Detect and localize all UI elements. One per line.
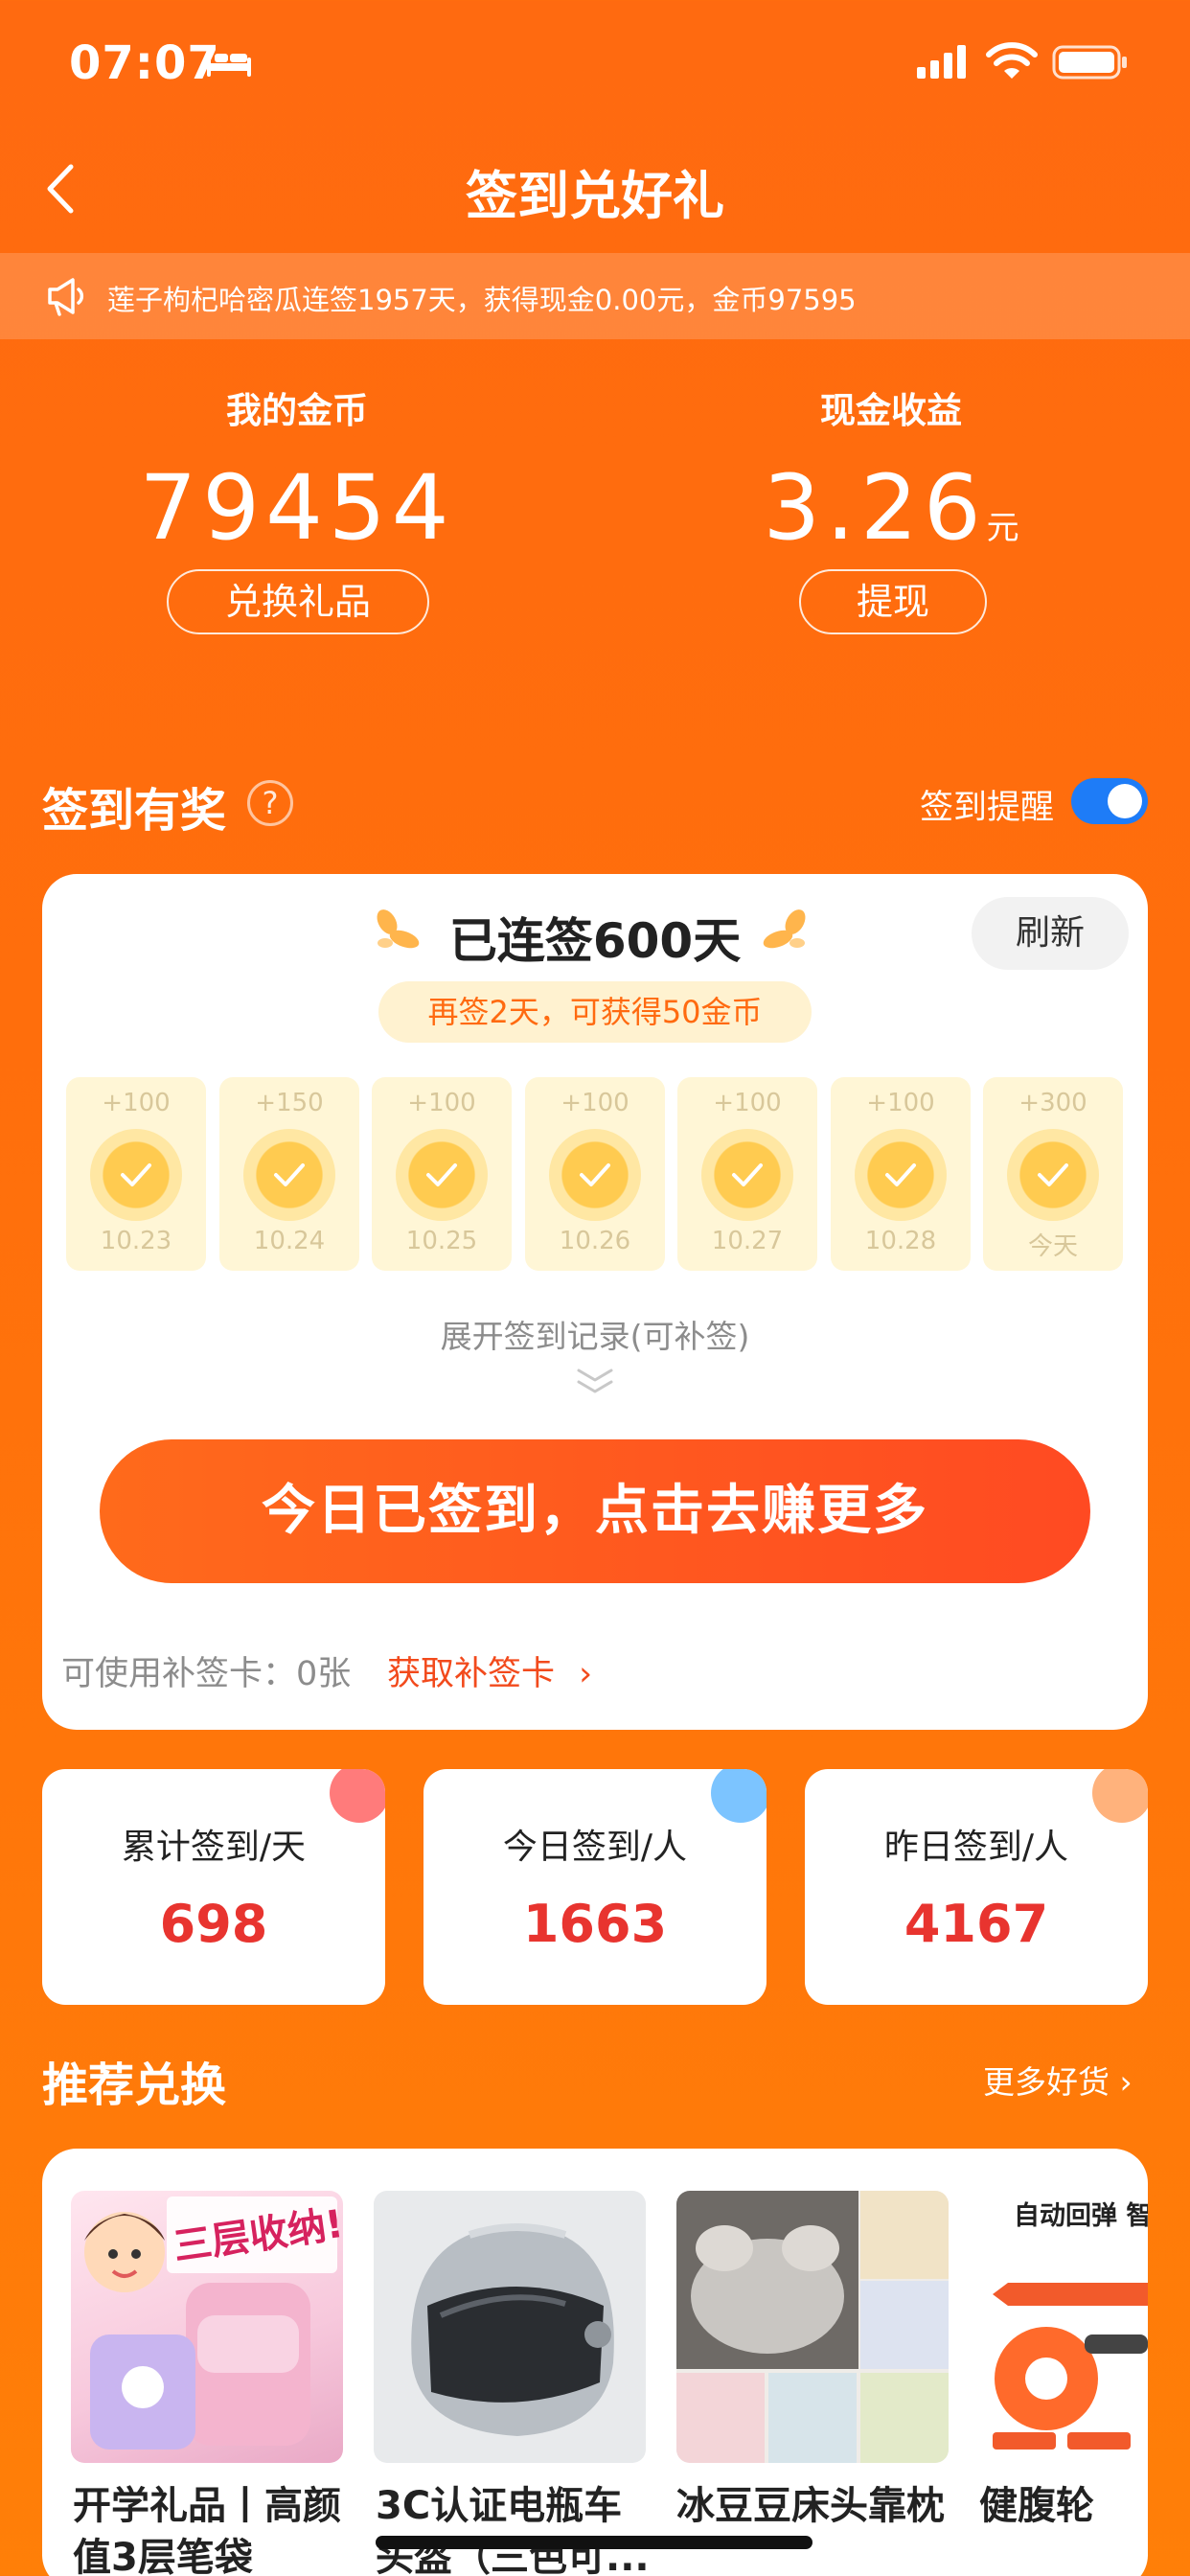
day-bonus: +100: [866, 1089, 935, 1117]
get-makeup-card-link[interactable]: 获取补签卡 ›: [387, 1646, 592, 1695]
streak-days: 600: [592, 913, 694, 969]
coins-value: 79454: [139, 456, 455, 561]
stat-card-yesterday: [805, 1769, 1148, 2005]
coins-label: 我的金币: [226, 390, 368, 431]
stat-label: 昨日签到/人: [883, 1828, 1069, 1867]
stat-label: 今日签到/人: [502, 1828, 688, 1867]
day-bonus: +100: [561, 1089, 629, 1117]
stat-card-today: [423, 1769, 767, 2005]
stat-value: 4167: [904, 1894, 1049, 1954]
chevron-right-icon: ›: [579, 1655, 593, 1693]
day-date: 10.25: [405, 1227, 478, 1255]
product-image[interactable]: [374, 2191, 646, 2463]
decor-dot: [1092, 1769, 1148, 1823]
reminder-label: 签到提醒: [920, 789, 1055, 827]
product-name[interactable]: 3C认证电瓶车 头盔（三色可...: [376, 2480, 663, 2576]
page-title: 签到兑好礼: [466, 166, 724, 226]
stat-card-total: [42, 1769, 385, 2005]
day-date: 10.26: [559, 1227, 631, 1255]
bed-icon: [207, 48, 251, 77]
cash-value: 3.26: [763, 456, 987, 561]
stat-value: 698: [159, 1894, 268, 1954]
check-icon: [701, 1129, 793, 1221]
product-name-line: 开学礼品丨高颜: [73, 2484, 341, 2528]
checkin-section-title: 签到有奖: [42, 784, 227, 838]
day-bonus: +300: [1018, 1089, 1087, 1117]
wifi-icon: [986, 42, 1038, 79]
check-icon: [396, 1129, 488, 1221]
speaker-icon: [48, 278, 84, 316]
stat-value: 1663: [522, 1894, 668, 1954]
signal-icon: [917, 45, 966, 79]
refresh-button[interactable]: 刷新: [972, 897, 1129, 970]
check-icon: [90, 1129, 182, 1221]
day-bonus: +150: [255, 1089, 324, 1117]
day-bonus: +100: [407, 1089, 476, 1117]
product-name-line: 3C认证电瓶车: [376, 2484, 623, 2528]
decor-dot: [330, 1769, 385, 1823]
streak-prefix: 已连签: [448, 913, 593, 969]
day-date: 10.24: [253, 1227, 326, 1255]
check-icon: [549, 1129, 641, 1221]
home-indicator: [376, 2536, 812, 2549]
streak-suffix: 天: [693, 913, 742, 969]
expand-records-link[interactable]: 展开签到记录(可补签): [0, 1311, 1190, 1357]
redeem-gifts-button[interactable]: 兑换礼品: [167, 569, 429, 634]
reward-hint: 再签2天，可获得50金币: [378, 981, 812, 1043]
double-chevron-down-icon[interactable]: [573, 1365, 617, 1397]
helmet-illustration: [411, 2223, 614, 2436]
product-name-line: 值3层笔袋: [73, 2536, 253, 2576]
decor-dot: [711, 1769, 767, 1823]
product-name[interactable]: 开学礼品丨高颜 值3层笔袋: [73, 2480, 360, 2576]
product-name[interactable]: 冰豆豆床头靠枕: [676, 2480, 964, 2532]
status-time: 07:07: [69, 36, 220, 90]
day-bonus: +100: [713, 1089, 782, 1117]
announcement-text: 莲子枸杞哈密瓜连签1957天，获得现金0.00元，金币97595: [107, 284, 857, 316]
day-date: 10.23: [100, 1227, 172, 1255]
makeup-card-count: 可使用补签卡：0张: [61, 1655, 352, 1693]
withdraw-button[interactable]: 提现: [799, 569, 987, 634]
cash-label: 现金收益: [820, 390, 962, 431]
check-icon: [1007, 1129, 1099, 1221]
check-icon: [855, 1129, 947, 1221]
battery-icon: [1052, 45, 1127, 80]
product-image[interactable]: [676, 2191, 949, 2463]
get-makeup-card-label: 获取补签卡: [387, 1655, 556, 1693]
day-bonus: +100: [102, 1089, 171, 1117]
recommend-title: 推荐兑换: [42, 2058, 227, 2112]
more-goods-link[interactable]: 更多好货 ›: [983, 2057, 1133, 2103]
day-date: 10.28: [864, 1227, 937, 1255]
product-name-line: 冰豆豆床头靠枕: [676, 2484, 945, 2528]
product-image-caption: 自动回弹 智: [1014, 2201, 1148, 2231]
check-icon: [243, 1129, 335, 1221]
stat-label: 累计签到/天: [121, 1828, 307, 1867]
day-date: 10.27: [711, 1227, 784, 1255]
cash-amount: 3.26元: [728, 456, 1054, 561]
help-icon[interactable]: ?: [247, 780, 293, 826]
product-name[interactable]: 健腹轮: [979, 2480, 1148, 2532]
earn-more-button[interactable]: 今日已签到，点击去赚更多: [100, 1439, 1090, 1583]
pillow-illustration: [676, 2191, 949, 2463]
cash-unit: 元: [986, 509, 1019, 547]
day-date: 今天: [1027, 1232, 1078, 1261]
toggle-knob: [1108, 784, 1142, 818]
product-name-line: 健腹轮: [979, 2484, 1094, 2528]
